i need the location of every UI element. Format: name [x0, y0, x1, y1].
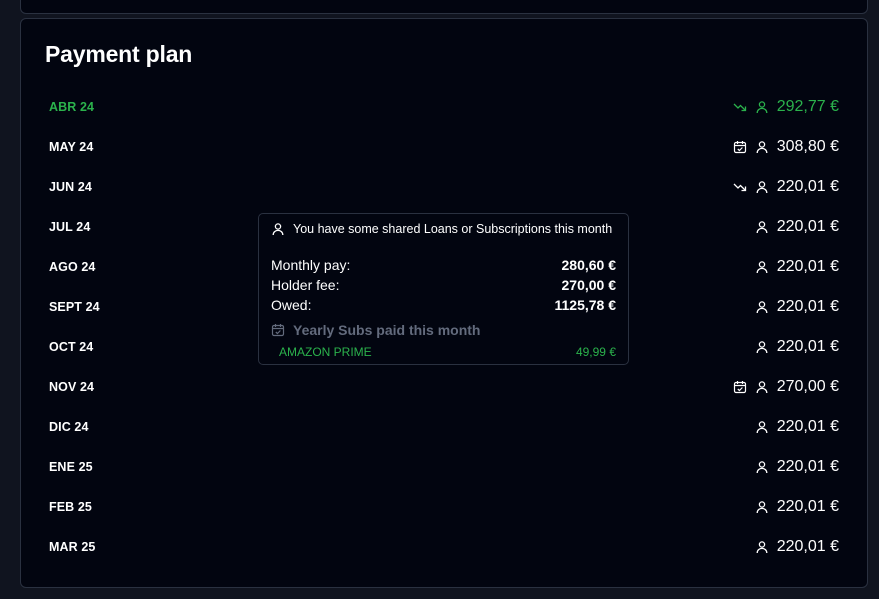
user-icon — [755, 300, 769, 314]
row-amount-group: 220,01 € — [755, 218, 839, 236]
page-title: Payment plan — [45, 41, 193, 67]
month-label: DIC 24 — [49, 420, 89, 434]
tooltip-line-value: 280,60 € — [561, 257, 617, 273]
tooltip-heading-text: You have some shared Loans or Subscripti… — [293, 222, 613, 236]
month-amount: 220,01 € — [776, 498, 839, 515]
subscription-value: 49,99 € — [575, 345, 616, 359]
row-amount-group: 220,01 € — [755, 538, 839, 556]
previous-card — [20, 0, 868, 14]
payment-plan-row[interactable]: MAY 24 308,80 € — [21, 127, 867, 167]
month-amount: 292,77 € — [776, 98, 839, 115]
row-amount-group: 292,77 € — [733, 98, 839, 116]
tooltip-line-holder-fee: Holder fee: 270,00 € — [271, 275, 616, 295]
calendar-check-icon — [733, 140, 747, 154]
payment-plan-row[interactable]: ENE 25 220,01 € — [21, 447, 867, 487]
month-label: SEPT 24 — [49, 300, 100, 314]
user-icon — [755, 500, 769, 514]
payment-plan-row[interactable]: MAR 25 220,01 € — [21, 527, 867, 567]
row-amount-group: 220,01 € — [755, 458, 839, 476]
calendar-check-icon — [271, 323, 285, 337]
row-amount-group: 220,01 € — [755, 338, 839, 356]
calendar-check-icon — [733, 380, 747, 394]
subscription-name: AMAZON PRIME — [279, 345, 372, 359]
user-icon — [755, 340, 769, 354]
row-amount-group: 270,00 € — [733, 378, 839, 396]
trend-down-icon — [733, 100, 747, 114]
payment-plan-row[interactable]: ABR 24 292,77 € — [21, 87, 867, 127]
month-details-tooltip: You have some shared Loans or Subscripti… — [258, 213, 629, 365]
tooltip-line-label: Monthly pay: — [271, 257, 351, 273]
month-label: JUN 24 — [49, 180, 92, 194]
user-icon — [755, 460, 769, 474]
month-amount: 220,01 € — [776, 418, 839, 435]
month-amount: 270,00 € — [776, 378, 839, 395]
month-amount: 308,80 € — [776, 138, 839, 155]
month-amount: 220,01 € — [776, 258, 839, 275]
month-label: JUL 24 — [49, 220, 91, 234]
payment-plan-row[interactable]: JUN 24 220,01 € — [21, 167, 867, 207]
month-label: ABR 24 — [49, 100, 95, 114]
month-amount: 220,01 € — [776, 458, 839, 475]
tooltip-lines: Monthly pay: 280,60 € Holder fee: 270,00… — [271, 255, 616, 315]
month-amount: 220,01 € — [776, 218, 839, 235]
tooltip-line-label: Owed: — [271, 297, 312, 313]
payment-plan-row[interactable]: NOV 24 270,00 € — [21, 367, 867, 407]
user-icon — [755, 220, 769, 234]
month-amount: 220,01 € — [776, 298, 839, 315]
row-amount-group: 220,01 € — [733, 178, 839, 196]
tooltip-line-value: 1125,78 € — [554, 297, 616, 313]
user-icon — [755, 140, 769, 154]
month-label: ENE 25 — [49, 460, 93, 474]
user-icon — [755, 380, 769, 394]
payment-plan-card: Payment plan ABR 24 292,77 € MAY 24 308,80 … — [20, 18, 868, 588]
trend-down-icon — [733, 180, 747, 194]
payment-plan-row[interactable]: DIC 24 220,01 € — [21, 407, 867, 447]
user-icon — [755, 420, 769, 434]
yearly-subs-heading-text: Yearly Subs paid this month — [293, 322, 481, 338]
row-amount-group: 220,01 € — [755, 418, 839, 436]
tooltip-line-value: 270,00 € — [561, 277, 617, 293]
tooltip-heading: You have some shared Loans or Subscripti… — [271, 222, 612, 236]
user-icon — [755, 260, 769, 274]
subscription-item: AMAZON PRIME 49,99 € — [279, 345, 616, 359]
month-label: MAR 25 — [49, 540, 96, 554]
month-label: AGO 24 — [49, 260, 96, 274]
month-label: MAY 24 — [49, 140, 94, 154]
tooltip-line-monthly-pay: Monthly pay: 280,60 € — [271, 255, 616, 275]
month-amount: 220,01 € — [776, 538, 839, 555]
yearly-subs-heading: Yearly Subs paid this month — [271, 322, 480, 338]
month-amount: 220,01 € — [776, 178, 839, 195]
user-icon — [755, 540, 769, 554]
month-label: NOV 24 — [49, 380, 95, 394]
user-icon — [755, 100, 769, 114]
payment-plan-row[interactable]: FEB 25 220,01 € — [21, 487, 867, 527]
user-icon — [271, 222, 285, 236]
row-amount-group: 308,80 € — [733, 138, 839, 156]
row-amount-group: 220,01 € — [755, 498, 839, 516]
month-amount: 220,01 € — [776, 338, 839, 355]
month-label: OCT 24 — [49, 340, 94, 354]
tooltip-line-owed: Owed: 1125,78 € — [271, 295, 616, 315]
row-amount-group: 220,01 € — [755, 298, 839, 316]
user-icon — [755, 180, 769, 194]
tooltip-line-label: Holder fee: — [271, 277, 340, 293]
row-amount-group: 220,01 € — [755, 258, 839, 276]
month-label: FEB 25 — [49, 500, 92, 514]
